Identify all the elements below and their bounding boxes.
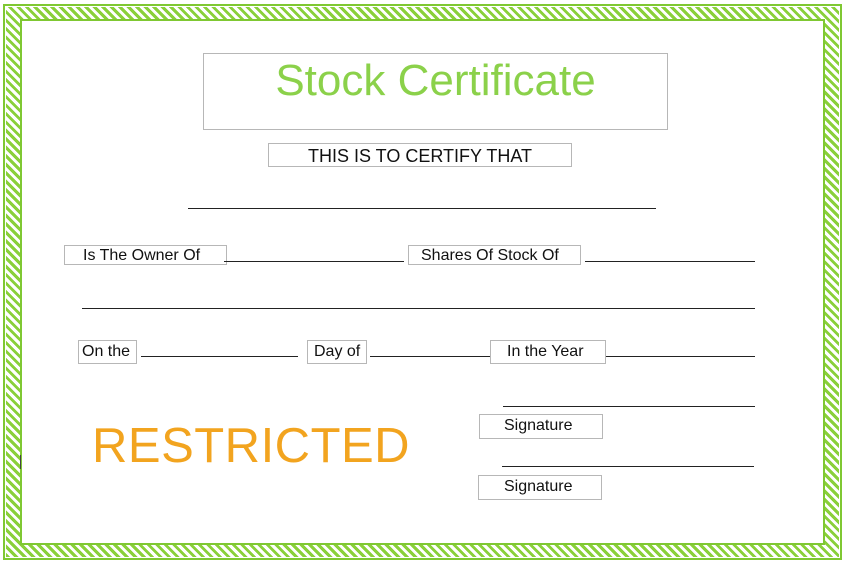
shares-label-box[interactable]: Shares Of Stock Of (408, 245, 581, 265)
certify-box[interactable]: THIS IS TO CERTIFY THAT (268, 143, 572, 167)
day-of-label: Day of (314, 343, 361, 360)
signature-label-2: Signature (504, 478, 573, 495)
signature-label-box-1[interactable]: Signature (479, 414, 603, 439)
certify-text: THIS IS TO CERTIFY THAT (307, 146, 533, 166)
day-of-label-box[interactable]: Day of (307, 340, 367, 364)
shares-count-line[interactable] (224, 261, 404, 262)
certificate-title: Stock Certificate (275, 56, 596, 105)
signature-label-box-2[interactable]: Signature (478, 475, 602, 500)
signature-label-1: Signature (504, 417, 573, 434)
owner-label: Is The Owner Of (83, 247, 201, 264)
month-line[interactable] (370, 356, 491, 357)
holder-name-line[interactable] (188, 208, 656, 209)
company-name-line[interactable] (82, 308, 755, 309)
restricted-watermark: RESTRICTED (92, 419, 411, 473)
title-box[interactable]: Stock Certificate (203, 53, 668, 130)
owner-label-box[interactable]: Is The Owner Of (64, 245, 227, 265)
year-label: In the Year (507, 343, 584, 360)
day-number-line[interactable] (141, 356, 298, 357)
year-line[interactable] (606, 356, 755, 357)
shares-label: Shares Of Stock Of (421, 247, 559, 264)
text-cursor-mark (20, 455, 21, 469)
on-the-label: On the (82, 343, 131, 360)
signature-line-2[interactable] (502, 466, 754, 467)
company-line[interactable] (585, 261, 755, 262)
on-the-label-box[interactable]: On the (78, 340, 137, 364)
year-label-box[interactable]: In the Year (490, 340, 606, 364)
signature-line-1[interactable] (503, 406, 755, 407)
